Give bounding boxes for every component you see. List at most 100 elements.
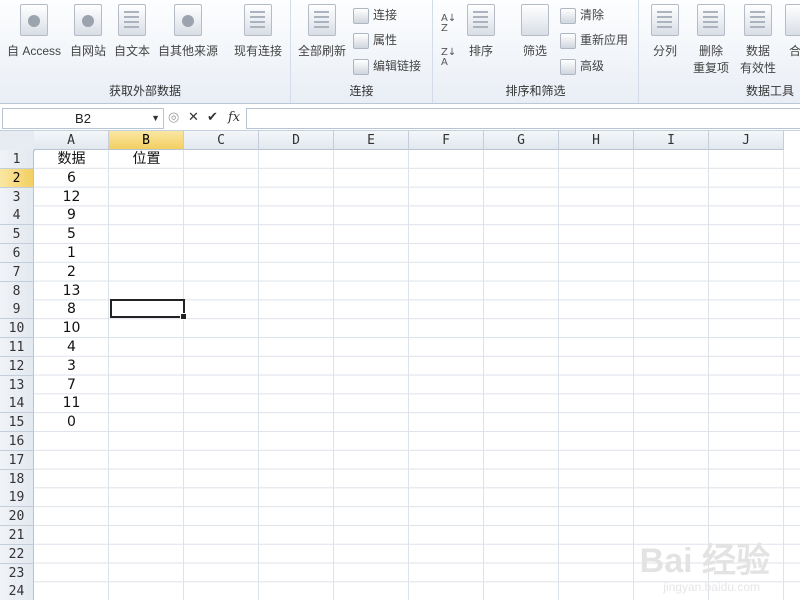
from-access-button[interactable]: 自 Access bbox=[4, 4, 64, 59]
watermark-url: jingyan.baidu.com bbox=[663, 580, 760, 594]
row-header-21[interactable]: 21 bbox=[0, 526, 34, 545]
select-all-corner[interactable] bbox=[0, 131, 35, 151]
advanced-button[interactable]: 高级 bbox=[560, 57, 604, 75]
filter-button[interactable]: 筛选 bbox=[517, 4, 553, 59]
row-header-3[interactable]: 3 bbox=[0, 187, 34, 207]
column-header-h[interactable]: H bbox=[559, 131, 634, 150]
cell-a7[interactable]: 2 bbox=[34, 263, 109, 282]
insert-function-button[interactable]: fx bbox=[228, 110, 240, 125]
chevron-down-icon[interactable]: ▼ bbox=[151, 109, 160, 128]
cell-a4[interactable]: 9 bbox=[34, 206, 109, 225]
group-get-external-data: 自 Access 自网站 自文本 自其他来源 现有连接 获取外部数据 bbox=[0, 0, 291, 103]
from-text-button[interactable]: 自文本 bbox=[112, 4, 152, 59]
column-header-e[interactable]: E bbox=[334, 131, 409, 150]
cell-a12[interactable]: 3 bbox=[34, 357, 109, 376]
row-header-19[interactable]: 19 bbox=[0, 488, 34, 508]
cell-a15[interactable]: 0 bbox=[34, 413, 109, 432]
sort-button[interactable]: 排序 bbox=[463, 4, 499, 59]
enter-check-icon[interactable]: ✔ bbox=[207, 110, 218, 125]
remove-duplicates-button[interactable]: 删除 重复项 bbox=[689, 4, 733, 76]
row-header-24[interactable]: 24 bbox=[0, 582, 34, 600]
cell-a1[interactable]: 数据 bbox=[34, 150, 109, 169]
column-header-d[interactable]: D bbox=[259, 131, 334, 150]
group-data-tools: 分列 删除 重复项 数据 有效性 合 数据工具 bbox=[639, 0, 800, 103]
cell-a2[interactable]: 6 bbox=[34, 169, 109, 188]
properties-icon bbox=[353, 33, 369, 49]
other-sources-icon bbox=[174, 4, 202, 36]
cell-a14[interactable]: 11 bbox=[34, 394, 109, 413]
cell-a10[interactable]: 10 bbox=[34, 319, 109, 338]
row-header-4[interactable]: 4 bbox=[0, 206, 34, 226]
filter-funnel-icon bbox=[521, 4, 549, 36]
group-label-external-data: 获取外部数据 bbox=[108, 84, 181, 98]
row-header-9[interactable]: 9 bbox=[0, 300, 34, 320]
column-header-j[interactable]: J bbox=[709, 131, 784, 150]
column-header-i[interactable]: I bbox=[634, 131, 709, 150]
sort-az-icon[interactable]: A↓ Z bbox=[441, 14, 456, 34]
row-header-14[interactable]: 14 bbox=[0, 394, 34, 414]
remove-duplicates-icon bbox=[697, 4, 725, 36]
cell-b1[interactable]: 位置 bbox=[109, 150, 184, 169]
cell-a6[interactable]: 1 bbox=[34, 244, 109, 263]
connections-icon bbox=[353, 8, 369, 24]
text-file-icon bbox=[118, 4, 146, 36]
connections-button[interactable]: 连接 bbox=[353, 6, 397, 24]
row-header-11[interactable]: 11 bbox=[0, 338, 34, 357]
cell-a5[interactable]: 5 bbox=[34, 225, 109, 244]
row-header-2[interactable]: 2 bbox=[0, 168, 34, 188]
row-header-13[interactable]: 13 bbox=[0, 375, 34, 395]
active-cell-b2[interactable] bbox=[110, 299, 187, 320]
row-header-1[interactable]: 1 bbox=[0, 150, 34, 169]
name-box[interactable]: B2 ▼ bbox=[2, 108, 164, 129]
column-header-f[interactable]: F bbox=[409, 131, 484, 150]
column-header-c[interactable]: C bbox=[184, 131, 259, 150]
split-columns-icon bbox=[651, 4, 679, 36]
row-header-17[interactable]: 17 bbox=[0, 450, 34, 470]
cancel-icon[interactable]: ✕ bbox=[188, 110, 199, 125]
row-header-12[interactable]: 12 bbox=[0, 356, 34, 376]
from-other-sources-button[interactable]: 自其他来源 bbox=[155, 4, 221, 59]
cell-a3[interactable]: 12 bbox=[34, 188, 109, 207]
cell-a11[interactable]: 4 bbox=[34, 338, 109, 357]
ribbon-data-tab: 自 Access 自网站 自文本 自其他来源 现有连接 获取外部数据 全部刷新 … bbox=[0, 0, 800, 104]
existing-connections-icon bbox=[244, 4, 272, 36]
advanced-filter-icon bbox=[560, 59, 576, 75]
properties-button[interactable]: 属性 bbox=[353, 31, 397, 49]
row-header-5[interactable]: 5 bbox=[0, 225, 34, 245]
consolidate-icon bbox=[785, 4, 800, 36]
row-header-18[interactable]: 18 bbox=[0, 469, 34, 489]
row-header-15[interactable]: 15 bbox=[0, 413, 34, 433]
formula-input[interactable] bbox=[246, 108, 800, 129]
column-header-b[interactable]: B bbox=[109, 131, 184, 150]
link-icon bbox=[353, 59, 369, 75]
existing-connections-button[interactable]: 现有连接 bbox=[230, 4, 286, 59]
column-header-g[interactable]: G bbox=[484, 131, 559, 150]
worksheet-grid: ABCDEFGHIJ 1 2 3 4 5 6 7 8 9 10 11 12 13 14 15 16 17 18 19… bbox=[0, 131, 800, 600]
cell-a8[interactable]: 13 bbox=[34, 282, 109, 301]
column-header-a[interactable]: A bbox=[34, 131, 109, 150]
consolidate-button[interactable]: 合 bbox=[785, 4, 800, 59]
edit-links-button[interactable]: 编辑链接 bbox=[353, 57, 421, 75]
cell-a9[interactable]: 8 bbox=[34, 300, 109, 319]
row-header-20[interactable]: 20 bbox=[0, 507, 34, 527]
sort-za-icon[interactable]: Z↓ A bbox=[441, 48, 456, 68]
group-label-data-tools: 数据工具 bbox=[745, 84, 794, 98]
cell-a13[interactable]: 7 bbox=[34, 376, 109, 395]
fill-handle[interactable] bbox=[180, 313, 187, 320]
text-to-columns-button[interactable]: 分列 bbox=[645, 4, 685, 59]
data-validation-button[interactable]: 数据 有效性 bbox=[735, 4, 781, 76]
row-header-10[interactable]: 10 bbox=[0, 319, 34, 339]
from-web-button[interactable]: 自网站 bbox=[66, 4, 110, 59]
row-header-7[interactable]: 7 bbox=[0, 262, 34, 282]
web-icon bbox=[74, 4, 102, 36]
refresh-all-button[interactable]: 全部刷新 bbox=[295, 4, 349, 59]
row-header-8[interactable]: 8 bbox=[0, 281, 34, 301]
clear-button[interactable]: 清除 bbox=[560, 6, 604, 24]
row-header-6[interactable]: 6 bbox=[0, 244, 34, 263]
row-header-16[interactable]: 16 bbox=[0, 432, 34, 451]
expand-circle-icon[interactable]: ◎ bbox=[168, 110, 179, 125]
row-header-23[interactable]: 23 bbox=[0, 563, 34, 583]
reapply-button[interactable]: 重新应用 bbox=[560, 31, 628, 49]
watermark-logo: Bai 经验 bbox=[639, 542, 770, 580]
row-header-22[interactable]: 22 bbox=[0, 544, 34, 564]
